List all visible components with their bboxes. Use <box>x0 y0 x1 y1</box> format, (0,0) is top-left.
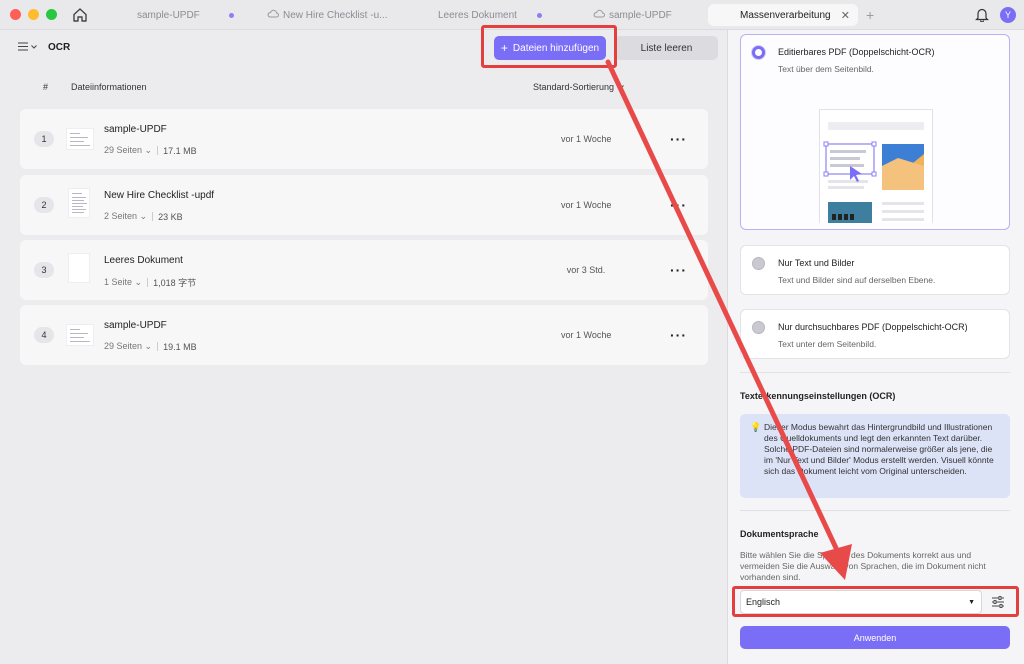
file-date: vor 3 Std. <box>566 265 606 275</box>
ocr-settings-heading: Texterkennungseinstellungen (OCR) <box>740 391 896 401</box>
clear-list-button[interactable]: Liste leeren <box>615 36 718 60</box>
file-meta: 29 Seiten ⌄ 19.1 MB <box>104 341 197 352</box>
file-list-pane: OCR + Dateien hinzufügen Liste leeren # … <box>0 25 727 664</box>
tab-sample-updf-2[interactable]: sample-UPDF <box>593 4 672 26</box>
file-row[interactable]: 3 Leeres Dokument 1 Seite ⌄ 1,018 字节 vor… <box>20 240 708 300</box>
ocr-settings-pane: Editierbares PDF (Doppelschicht-OCR) Tex… <box>727 30 1024 664</box>
divider <box>740 372 1010 373</box>
apply-button[interactable]: Anwenden <box>740 626 1010 649</box>
sort-dropdown[interactable]: Standard-Sortierung <box>533 82 624 92</box>
chevron-down-icon: ⌄ <box>139 211 148 221</box>
avatar[interactable]: Y <box>1000 7 1016 23</box>
header-number: # <box>43 82 49 92</box>
page-title: OCR <box>48 42 71 53</box>
highlight-box-language <box>732 586 1019 617</box>
file-size: 23 KB <box>158 211 183 222</box>
option-text-and-images[interactable]: Nur Text und Bilder Text und Bilder sind… <box>740 245 1010 295</box>
header-file-info: Dateiinformationen <box>71 82 147 92</box>
chevron-down-icon: ⌄ <box>144 341 153 351</box>
option-subtitle: Text und Bilder sind auf derselben Ebene… <box>778 275 936 285</box>
row-number: 2 <box>34 197 54 213</box>
file-date: vor 1 Woche <box>561 200 612 210</box>
page-count-dropdown[interactable]: 29 Seiten ⌄ <box>104 145 152 156</box>
file-row[interactable]: 4 sample-UPDF 29 Seiten ⌄ 19.1 MB vor 1 … <box>20 305 708 365</box>
option-title: Nur Text und Bilder <box>778 258 855 268</box>
info-text: Dieser Modus bewahrt das Hintergrundbild… <box>764 422 994 476</box>
file-size: 17.1 MB <box>163 145 197 156</box>
cloud-icon <box>593 9 605 21</box>
file-name: New Hire Checklist -updf <box>104 190 215 201</box>
file-row[interactable]: 2 New Hire Checklist -updf 2 Seiten ⌄ 23… <box>20 175 708 235</box>
chevron-down-icon <box>31 44 37 49</box>
tab-sample-updf-1[interactable]: sample-UPDF <box>137 4 200 26</box>
file-date: vor 1 Woche <box>561 134 612 144</box>
file-meta: 2 Seiten ⌄ 23 KB <box>104 211 183 222</box>
option-editable-pdf[interactable]: Editierbares PDF (Doppelschicht-OCR) Tex… <box>740 34 1010 230</box>
maximize-window-button[interactable] <box>46 9 57 20</box>
lightbulb-icon: 💡 <box>750 422 762 432</box>
chevron-down-icon: ⌄ <box>144 145 153 155</box>
file-name: sample-UPDF <box>104 320 167 331</box>
list-header: # Dateiinformationen Standard-Sortierung <box>0 82 727 100</box>
file-size: 1,018 字节 <box>153 278 197 288</box>
file-name: sample-UPDF <box>104 124 167 135</box>
option-searchable-pdf[interactable]: Nur durchsuchbares PDF (Doppelschicht-OC… <box>740 309 1010 359</box>
minimize-window-button[interactable] <box>28 9 39 20</box>
option-title: Editierbares PDF (Doppelschicht-OCR) <box>778 47 935 57</box>
tab-massenverarbeitung[interactable]: Massenverarbeitung ✕ <box>708 4 858 26</box>
page-count-dropdown[interactable]: 1 Seite ⌄ <box>104 277 142 288</box>
page-count-dropdown[interactable]: 29 Seiten ⌄ <box>104 341 152 352</box>
divider <box>740 510 1010 511</box>
tab-new-hire-checklist[interactable]: New Hire Checklist -u... <box>267 4 387 26</box>
file-row[interactable]: 1 sample-UPDF 29 Seiten ⌄ 17.1 MB vor 1 … <box>20 109 708 169</box>
ocr-mode-illustration <box>819 109 933 223</box>
toolbar: OCR + Dateien hinzufügen Liste leeren <box>0 25 727 68</box>
window-controls <box>10 9 57 20</box>
info-box: 💡 Dieser Modus bewahrt das Hintergrundbi… <box>740 414 1010 498</box>
close-window-button[interactable] <box>10 9 21 20</box>
radio-button[interactable] <box>752 321 765 334</box>
file-thumbnail <box>68 253 90 283</box>
tab-separator-dot <box>537 13 542 18</box>
highlight-box-add-files <box>481 25 617 68</box>
tab-separator-dot <box>229 13 234 18</box>
file-thumbnail <box>66 324 94 346</box>
more-options-icon[interactable]: ··· <box>670 262 687 278</box>
home-icon[interactable] <box>71 6 89 24</box>
chevron-down-icon: ⌄ <box>134 277 143 287</box>
option-title: Nur durchsuchbares PDF (Doppelschicht-OC… <box>778 322 968 332</box>
row-number: 1 <box>34 131 54 147</box>
more-options-icon[interactable]: ··· <box>670 197 687 213</box>
file-meta: 29 Seiten ⌄ 17.1 MB <box>104 145 197 156</box>
row-number: 4 <box>34 327 54 343</box>
close-tab-icon[interactable]: ✕ <box>841 9 850 22</box>
menu-icon[interactable] <box>18 42 37 51</box>
radio-button[interactable] <box>752 46 765 59</box>
option-subtitle: Text unter dem Seitenbild. <box>778 339 877 349</box>
more-options-icon[interactable]: ··· <box>670 131 687 147</box>
file-size: 19.1 MB <box>163 341 197 352</box>
file-thumbnail <box>66 128 94 150</box>
new-tab-icon[interactable]: + <box>866 7 874 23</box>
chevron-down-icon <box>618 85 624 89</box>
bell-icon[interactable] <box>975 7 989 25</box>
file-meta: 1 Seite ⌄ 1,018 字节 <box>104 276 196 289</box>
language-hint: Bitte wählen Sie die Sprache des Dokumen… <box>740 550 986 582</box>
file-thumbnail <box>68 188 90 218</box>
row-number: 3 <box>34 262 54 278</box>
cloud-icon <box>267 9 279 21</box>
document-language-heading: Dokumentsprache <box>740 529 819 539</box>
radio-button[interactable] <box>752 257 765 270</box>
file-date: vor 1 Woche <box>561 330 612 340</box>
file-name: Leeres Dokument <box>104 255 183 266</box>
page-count-dropdown[interactable]: 2 Seiten ⌄ <box>104 211 147 222</box>
tab-leeres-dokument[interactable]: Leeres Dokument <box>438 4 517 26</box>
option-subtitle: Text über dem Seitenbild. <box>778 64 874 74</box>
more-options-icon[interactable]: ··· <box>670 327 687 343</box>
